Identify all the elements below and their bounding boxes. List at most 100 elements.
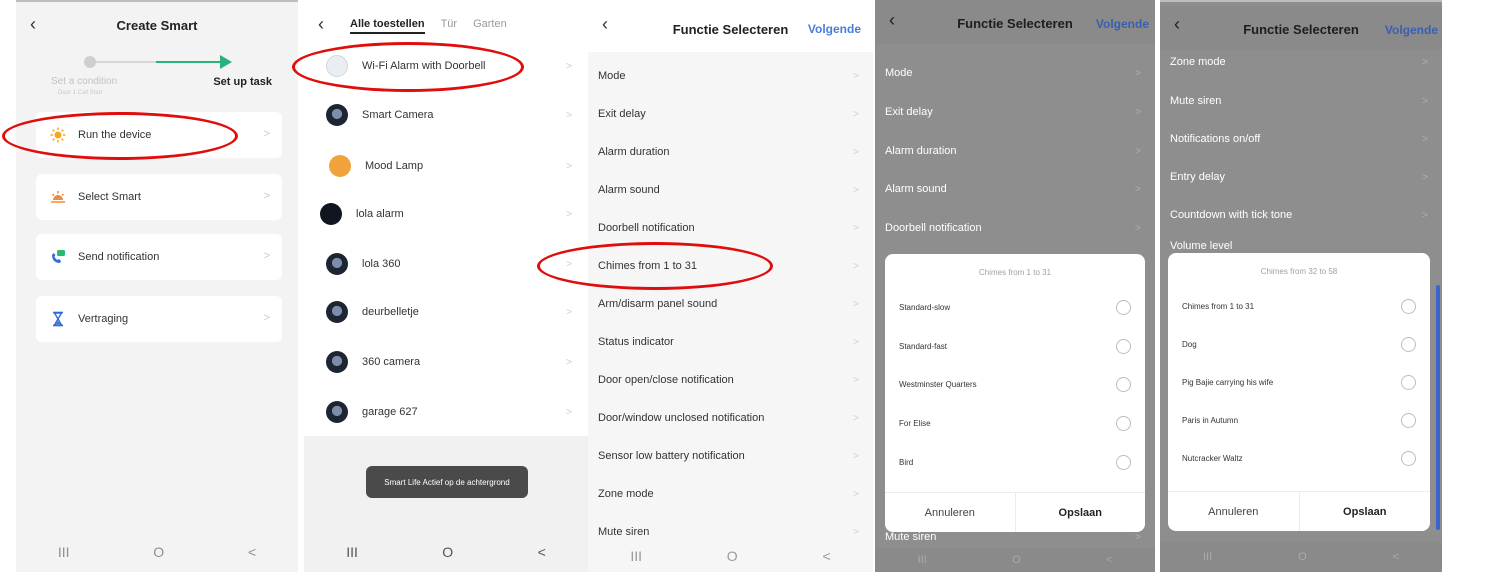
radio-button[interactable] xyxy=(1116,376,1131,392)
next-button[interactable]: Volgende xyxy=(1385,23,1438,37)
back-icon[interactable]: ‹ xyxy=(318,14,324,35)
function-label: Alarm sound xyxy=(598,184,660,196)
card-label: Run the device xyxy=(78,129,152,141)
chevron-right-icon: > xyxy=(263,190,270,202)
function-item[interactable]: Alarm duration > xyxy=(588,133,873,171)
next-button[interactable]: Volgende xyxy=(1096,17,1149,31)
recent-apps-icon[interactable]: III xyxy=(58,544,70,560)
device-item[interactable]: Wi-Fi Alarm with Doorbell > xyxy=(304,42,588,90)
device-item[interactable]: lola 360 > xyxy=(304,240,588,288)
chime-option[interactable]: Standard-slow xyxy=(899,288,1131,326)
chevron-right-icon: > xyxy=(263,128,270,140)
device-item[interactable]: Mood Lamp > xyxy=(304,142,588,190)
device-item[interactable]: Smart Camera > xyxy=(304,91,588,139)
function-label: Doorbell notification xyxy=(598,222,695,234)
function-label: Notifications on/off xyxy=(1170,133,1261,145)
function-item[interactable]: Alarm duration > xyxy=(875,132,1155,170)
radio-button[interactable] xyxy=(1116,415,1131,431)
device-item[interactable]: deurbelletje > xyxy=(304,288,588,336)
tab-tur[interactable]: Tür xyxy=(441,18,458,34)
function-item[interactable]: Door/window unclosed notification > xyxy=(588,399,873,437)
device-list-screen: ‹ Alle toestellen Tür Garten Wi-Fi Alarm… xyxy=(304,0,588,572)
chevron-right-icon: > xyxy=(566,258,572,270)
function-item[interactable]: Doorbell notification > xyxy=(588,209,873,247)
function-item[interactable]: Countdown with tick tone > xyxy=(1160,196,1442,234)
chimes-dialog-screen: ‹ Functie Selecteren Volgende Mode > Exit… xyxy=(875,0,1155,572)
back-nav-icon[interactable]: < xyxy=(248,544,256,560)
chevron-right-icon: > xyxy=(566,208,572,220)
chime-option[interactable]: Pig Bajie carrying his wife xyxy=(1182,363,1416,401)
function-select-screen: ‹ Functie Selecteren Volgende Mode > Exit… xyxy=(588,0,873,572)
cancel-button[interactable]: Annuleren xyxy=(1168,492,1300,531)
save-button[interactable]: Opslaan xyxy=(1016,493,1146,532)
chime-option[interactable]: Westminster Quarters xyxy=(899,365,1131,403)
device-item[interactable]: garage 627 > xyxy=(304,388,588,436)
back-nav-icon[interactable]: < xyxy=(1106,554,1112,566)
system-nav-bar: III O < xyxy=(16,532,298,572)
doorbell-icon xyxy=(326,55,348,77)
home-icon[interactable]: O xyxy=(442,544,453,560)
function-item[interactable]: Alarm sound > xyxy=(875,170,1155,208)
tab-all-devices[interactable]: Alle toestellen xyxy=(350,18,425,34)
function-item[interactable]: Mute siren > xyxy=(1160,82,1442,120)
radio-button[interactable] xyxy=(1401,298,1416,314)
function-item[interactable]: Arm/disarm panel sound > xyxy=(588,285,873,323)
chime-option[interactable]: Bird xyxy=(899,443,1131,481)
function-item[interactable]: Doorbell notification > xyxy=(875,209,1155,247)
chime-option[interactable]: For Elise xyxy=(899,404,1131,442)
back-nav-icon[interactable]: < xyxy=(822,548,830,564)
radio-button[interactable] xyxy=(1116,299,1131,315)
function-item[interactable]: Exit delay > xyxy=(588,95,873,133)
cancel-button[interactable]: Annuleren xyxy=(885,493,1016,532)
recent-apps-icon[interactable]: III xyxy=(346,544,358,560)
recent-apps-icon[interactable]: III xyxy=(918,554,927,566)
tab-garten[interactable]: Garten xyxy=(473,18,507,34)
camera-icon xyxy=(326,401,348,423)
function-item[interactable]: Mode > xyxy=(588,57,873,95)
back-nav-icon[interactable]: < xyxy=(1393,551,1399,563)
function-item[interactable]: Door open/close notification > xyxy=(588,361,873,399)
home-icon[interactable]: O xyxy=(1012,554,1021,566)
chime-option[interactable]: Chimes from 1 to 31 xyxy=(1182,287,1416,325)
radio-button[interactable] xyxy=(1116,454,1131,470)
recent-apps-icon[interactable]: III xyxy=(630,548,642,564)
function-item[interactable]: Exit delay > xyxy=(875,93,1155,131)
function-item[interactable]: Chimes from 1 to 31 > xyxy=(588,247,873,285)
chime-option[interactable]: Nutcracker Waltz xyxy=(1182,439,1416,477)
function-item[interactable]: Notifications on/off > xyxy=(1160,120,1442,158)
function-item[interactable]: Entry delay > xyxy=(1160,158,1442,196)
home-icon[interactable]: O xyxy=(153,544,164,560)
radio-button[interactable] xyxy=(1401,374,1416,390)
back-nav-icon[interactable]: < xyxy=(538,544,546,560)
chevron-right-icon: > xyxy=(566,160,572,172)
save-button[interactable]: Opslaan xyxy=(1300,492,1431,531)
send-notification-card[interactable]: Send notification > xyxy=(36,234,282,280)
select-smart-card[interactable]: Select Smart > xyxy=(36,174,282,220)
home-icon[interactable]: O xyxy=(1298,551,1307,563)
radio-button[interactable] xyxy=(1116,338,1131,354)
function-label: Mute siren xyxy=(598,526,650,538)
chime-option[interactable]: Dog xyxy=(1182,325,1416,363)
chime-option[interactable]: Standard-fast xyxy=(899,327,1131,365)
home-icon[interactable]: O xyxy=(727,548,738,564)
chevron-right-icon: > xyxy=(853,374,859,386)
device-item[interactable]: lola alarm > xyxy=(304,190,588,238)
next-button[interactable]: Volgende xyxy=(808,22,861,36)
function-item[interactable]: Sensor low battery notification > xyxy=(588,437,873,475)
function-item[interactable]: Alarm sound > xyxy=(588,171,873,209)
function-item[interactable]: Zone mode > xyxy=(1160,44,1442,80)
function-item[interactable]: Status indicator > xyxy=(588,323,873,361)
recent-apps-icon[interactable]: III xyxy=(1203,551,1212,563)
function-item[interactable]: Zone mode > xyxy=(588,475,873,513)
vertraging-card[interactable]: Vertraging > xyxy=(36,296,282,342)
device-item[interactable]: 360 camera > xyxy=(304,338,588,386)
chime-option[interactable]: Paris in Autumn xyxy=(1182,401,1416,439)
radio-button[interactable] xyxy=(1401,412,1416,428)
radio-button[interactable] xyxy=(1401,336,1416,352)
alarm-icon xyxy=(320,203,342,225)
step-progress-line xyxy=(156,61,222,63)
scrollbar[interactable] xyxy=(1436,285,1440,530)
run-device-card[interactable]: Run the device > xyxy=(36,112,282,158)
radio-button[interactable] xyxy=(1401,450,1416,466)
function-item[interactable]: Mode > xyxy=(875,54,1155,92)
